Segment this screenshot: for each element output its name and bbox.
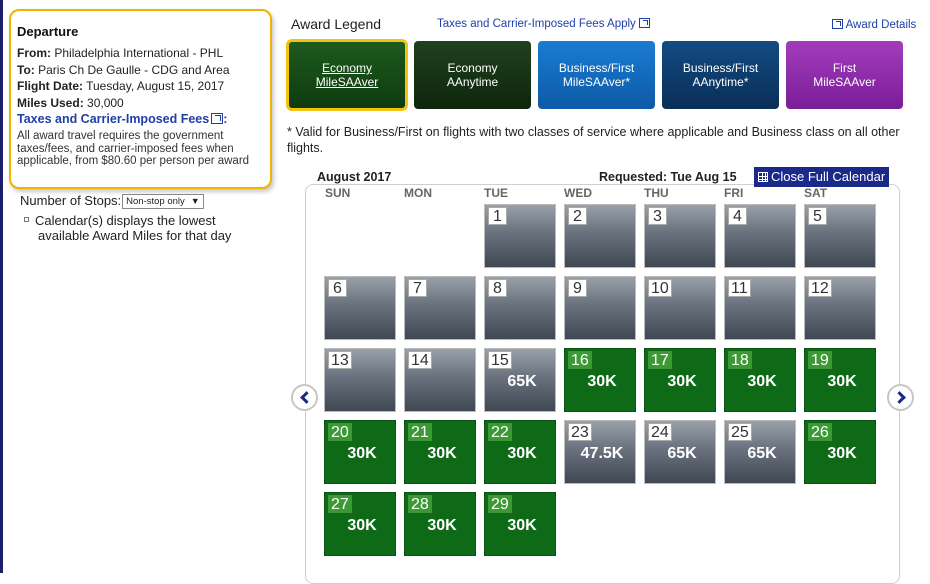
award-details-link[interactable]: Award Details (832, 19, 916, 31)
dow-tue: TUE (484, 186, 508, 200)
legend-first-milesaaver[interactable]: First MileSAAver (786, 41, 903, 109)
calendar-grid-icon (758, 172, 768, 182)
taxes-fees-apply-link[interactable]: Taxes and Carrier-Imposed Fees Apply (437, 18, 650, 30)
departure-miles: Miles Used: 30,000 (17, 95, 124, 110)
calendar-day[interactable]: 28 30K (404, 492, 476, 556)
calendar-day[interactable]: 25 65K (724, 420, 796, 484)
close-calendar-button[interactable]: Close Full Calendar (754, 167, 889, 187)
dow-thu: THU (644, 186, 669, 200)
calendar-day[interactable]: 18 30K (724, 348, 796, 412)
calendar-day[interactable]: 9 (564, 276, 636, 340)
previous-month-button[interactable] (291, 384, 318, 411)
legend-title: Award Legend (291, 16, 382, 32)
calendar-day[interactable]: 20 30K (324, 420, 396, 484)
calendar-day[interactable]: 17 30K (644, 348, 716, 412)
legend-economy-milesaaver[interactable]: Economy MileSAAver (286, 39, 408, 111)
external-link-icon (211, 113, 224, 124)
dow-sun: SUN (325, 186, 351, 200)
bullet-icon (24, 217, 29, 222)
calendar-day[interactable]: 29 30K (484, 492, 556, 556)
dow-sat: SAT (804, 186, 828, 200)
legend-footnote: * Valid for Business/First on flights wi… (287, 125, 900, 155)
calendar-day[interactable]: 22 30K (484, 420, 556, 484)
taxes-fees-note: All award travel requires the government… (17, 130, 250, 167)
legend-business-milesaaver[interactable]: Business/First MileSAAver* (538, 41, 655, 109)
requested-date: Requested: Tue Aug 15 (599, 170, 737, 184)
stops-label: Number of Stops: (20, 193, 122, 208)
award-legend: Economy MileSAAver Economy AAnytime Busine… (286, 39, 906, 111)
calendar-day[interactable]: 10 (644, 276, 716, 340)
calendar-day[interactable]: 23 47.5K (564, 420, 636, 484)
departure-title: Departure (17, 24, 79, 39)
calendar-day[interactable]: 2 (564, 204, 636, 268)
dow-fri: FRI (724, 186, 744, 200)
calendar-day[interactable]: 14 (404, 348, 476, 412)
calendar-day[interactable]: 6 (324, 276, 396, 340)
window-border (0, 0, 3, 573)
departure-to: To: Paris Ch De Gaulle - CDG and Area (17, 62, 230, 77)
taxes-fees-link[interactable]: Taxes and Carrier-Imposed Fees: (17, 111, 262, 127)
departure-panel: Departure From: Philadelphia Internation… (9, 9, 272, 189)
calendar-day[interactable]: 8 (484, 276, 556, 340)
calendar-day[interactable]: 3 (644, 204, 716, 268)
calendar-note: Calendar(s) displays the lowest availabl… (24, 213, 231, 243)
dow-wed: WED (564, 186, 592, 200)
calendar-day[interactable]: 7 (404, 276, 476, 340)
calendar-day[interactable]: 12 (804, 276, 876, 340)
external-link-icon (832, 19, 843, 29)
external-link-icon (639, 18, 650, 28)
calendar-day[interactable]: 13 (324, 348, 396, 412)
legend-business-aanytime[interactable]: Business/First AAnytime* (662, 41, 779, 109)
dow-mon: MON (404, 186, 432, 200)
calendar-day-selected[interactable]: 15 65K (484, 348, 556, 412)
departure-from: From: Philadelphia International - PHL (17, 46, 224, 60)
calendar-day[interactable]: 26 30K (804, 420, 876, 484)
chevron-down-icon: ▼ (190, 196, 200, 206)
calendar-day[interactable]: 27 30K (324, 492, 396, 556)
chevron-right-icon (892, 391, 906, 404)
calendar-day[interactable]: 19 30K (804, 348, 876, 412)
next-month-button[interactable] (887, 384, 914, 411)
calendar-day[interactable]: 16 30K (564, 348, 636, 412)
legend-economy-aanytime[interactable]: Economy AAnytime (414, 41, 531, 109)
departure-date: Flight Date: Tuesday, August 15, 2017 (17, 79, 225, 93)
stops-filter: Number of Stops: Non-stop only ▼ (20, 193, 204, 209)
stops-select[interactable]: Non-stop only ▼ (122, 194, 204, 209)
calendar-day[interactable]: 4 (724, 204, 796, 268)
calendar-day[interactable]: 5 (804, 204, 876, 268)
calendar-day[interactable]: 24 65K (644, 420, 716, 484)
calendar-day[interactable]: 21 30K (404, 420, 476, 484)
chevron-left-icon (299, 391, 313, 404)
calendar-day[interactable]: 11 (724, 276, 796, 340)
calendar-day[interactable]: 1 (484, 204, 556, 268)
calendar-month: August 2017 (317, 170, 392, 184)
